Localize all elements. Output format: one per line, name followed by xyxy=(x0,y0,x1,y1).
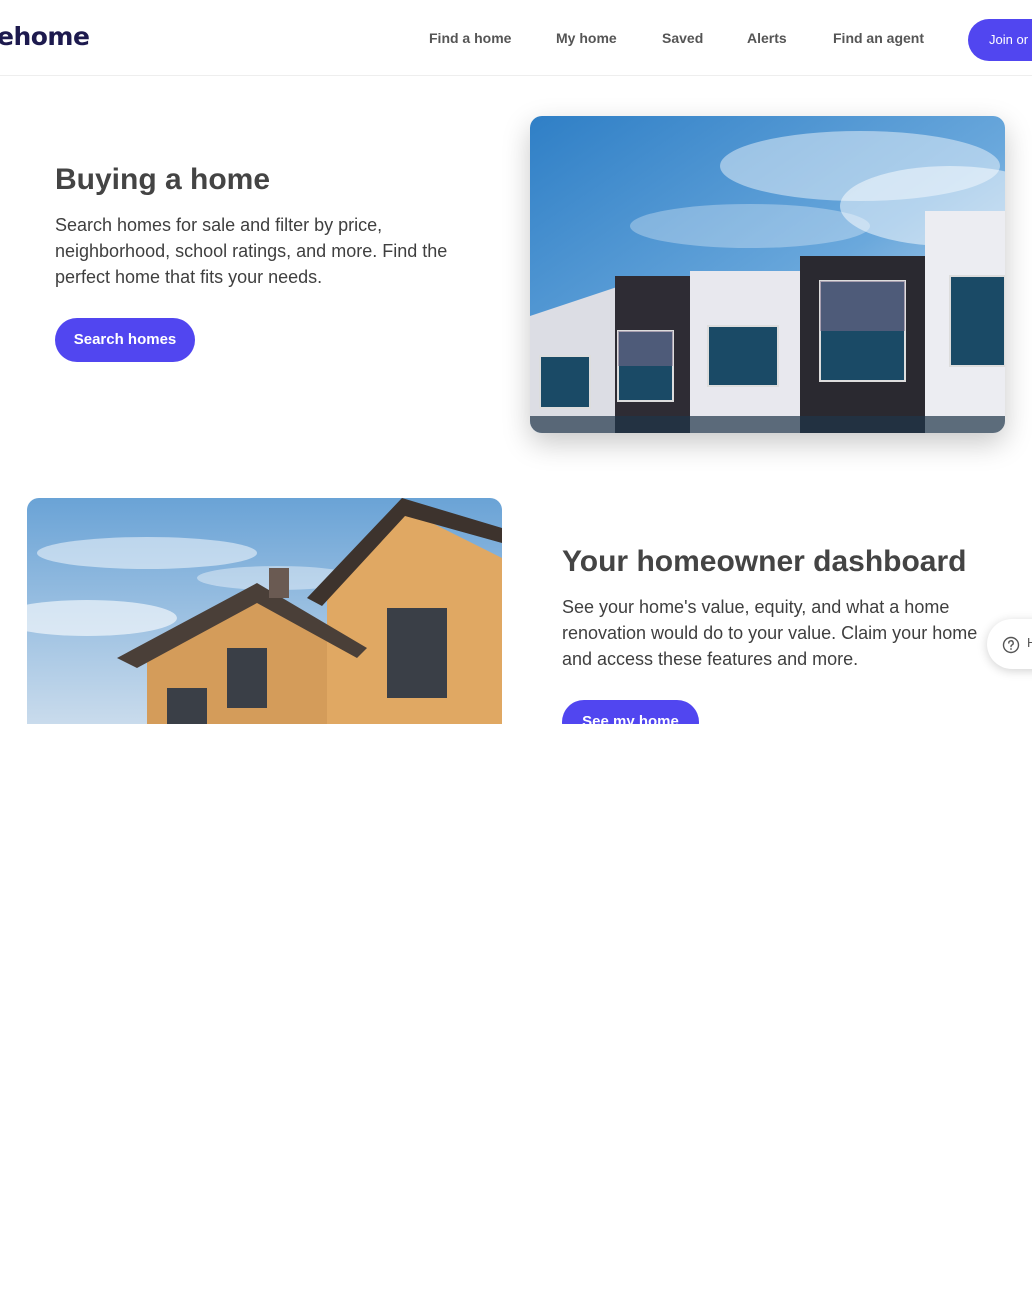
see-my-home-button[interactable]: See my home xyxy=(562,700,699,724)
cabin-house-image xyxy=(27,498,502,724)
help-button[interactable]: H xyxy=(987,619,1032,669)
dashboard-description: See your home's value, equity, and what … xyxy=(562,597,978,669)
question-circle-icon xyxy=(1002,636,1020,654)
dashboard-section: Your homeowner dashboard See your home's… xyxy=(0,0,1032,724)
help-label: H xyxy=(1027,635,1032,650)
dashboard-title: Your homeowner dashboard xyxy=(562,545,967,578)
